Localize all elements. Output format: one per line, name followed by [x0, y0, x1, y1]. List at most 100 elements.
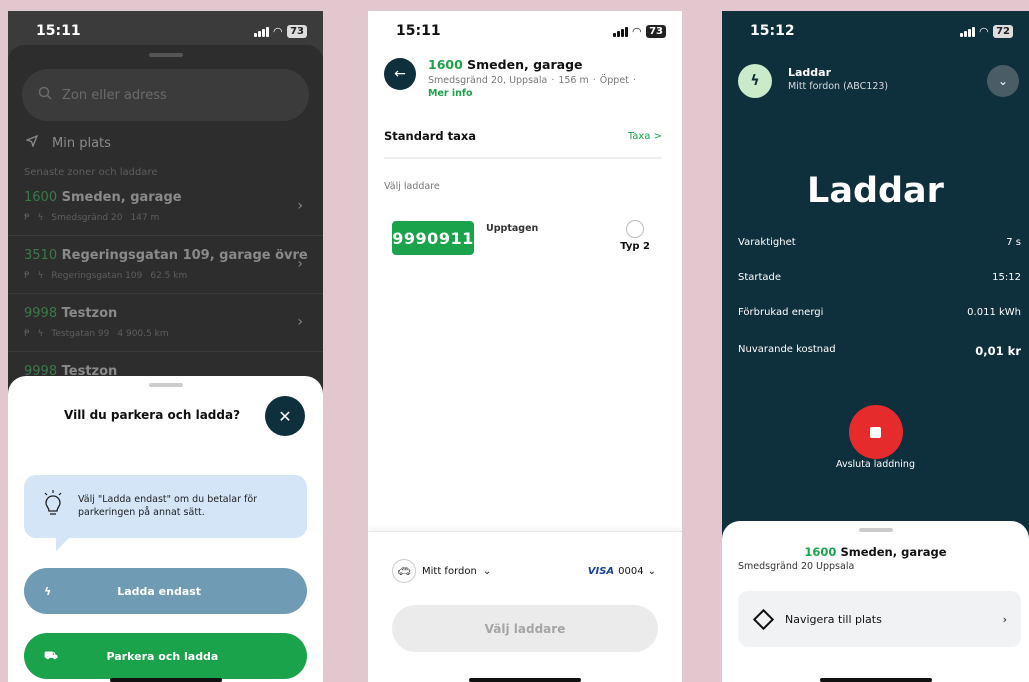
zone-header: 1600 Smeden, garage Smedsgränd 20, Uppsa… — [428, 57, 652, 99]
zone-code: 1600 — [24, 190, 58, 205]
directions-icon — [752, 608, 775, 630]
charger-id-badge[interactable]: 9990911 — [392, 221, 474, 255]
stat-value: 0.011 kWh — [967, 307, 1021, 318]
signal-icon — [612, 26, 628, 37]
type2-connector-icon — [626, 220, 645, 238]
back-button[interactable]: ← — [384, 58, 416, 90]
arrow-left-icon: ← — [394, 66, 406, 82]
home-indicator — [819, 678, 932, 682]
status-icons: ◠ 73 — [253, 24, 307, 38]
bolt-icon: ϟ — [37, 213, 44, 223]
zone-name: Smeden, garage — [467, 57, 583, 72]
sheet-handle[interactable] — [148, 53, 183, 57]
modal-title: Vill du parkera och ladda? — [64, 408, 241, 422]
zone-name: Regeringsgatan 109, garage övre... — [61, 248, 307, 263]
search-icon — [38, 86, 52, 104]
status-bar: 15:12 ◠ 72 — [722, 11, 1029, 51]
signal-icon — [959, 26, 975, 37]
zone-item[interactable]: 9998 Testzon Ᵽϟ Testgatan 99 4 900.5 km › — [8, 294, 323, 352]
zone-item[interactable]: 1600 Smeden, garage Ᵽϟ Smedsgränd 20 147 m… — [8, 178, 323, 236]
wifi-icon: ◠ — [632, 24, 642, 38]
header-subtitle: Mitt fordon (ABC123) — [788, 81, 889, 92]
zone-address: Smedsgränd 20 — [51, 213, 123, 223]
close-button[interactable]: ✕ — [265, 396, 305, 436]
stop-charging-button[interactable] — [848, 405, 903, 459]
car-charging-icon: ⛟ — [44, 648, 58, 662]
search-placeholder: Zon eller adress — [62, 87, 167, 103]
zone-name: Smeden, garage — [61, 190, 182, 205]
collapse-button[interactable]: ⌄ — [987, 65, 1019, 97]
zone-distance: 147 m — [130, 213, 160, 223]
lightbulb-icon — [42, 490, 64, 523]
header-title: Laddar — [788, 66, 832, 79]
chevron-right-icon: › — [1002, 612, 1007, 626]
charge-only-button[interactable]: ϟ Ladda endast — [24, 568, 307, 614]
select-charger-button[interactable]: Välj laddare — [392, 605, 658, 652]
wifi-icon: ◠ — [273, 24, 283, 38]
status-icons: ◠ 72 — [959, 24, 1013, 38]
location-sheet: 1600 Smeden, garage Smedsgränd 20 Uppsal… — [722, 521, 1029, 682]
my-location-row[interactable]: Min plats — [8, 121, 323, 151]
stat-row: Varaktighet 7 s — [738, 237, 1021, 256]
zone-name: Testzon — [61, 306, 118, 321]
vehicle-selector[interactable]: 🚗︎ Mitt fordon ⌄ — [392, 559, 491, 583]
zone-address: Smedsgränd 20 Uppsala — [738, 561, 855, 572]
phone-screen-charging: 15:12 ◠ 72 ϟ Laddar Mitt fordon (ABC123)… — [722, 11, 1029, 682]
stat-value: 0,01 kr — [975, 344, 1021, 358]
location-arrow-icon — [25, 134, 39, 151]
chevron-down-icon: ⌄ — [482, 565, 492, 577]
status-bar: 15:11 ◠ 73 — [368, 11, 682, 51]
bolt-icon: ϟ — [44, 584, 52, 598]
tip-text: Välj "Ladda endast" om du betalar för pa… — [78, 493, 258, 518]
tariff-row: Standard taxa Taxa > — [384, 129, 662, 159]
phone-screen-start: 15:11 ◠ 73 Zon eller adress Min plats Se… — [8, 11, 323, 682]
stat-value: 15:12 — [992, 272, 1021, 283]
payment-selector[interactable]: VISA 0004 ⌄ — [588, 566, 656, 577]
phone-screen-select-charger: 15:11 ◠ 73 ← 1600 Smeden, garage Smedsgr… — [368, 11, 682, 682]
park-or-charge-modal: Vill du parkera och ladda? ✕ Välj "Ladda… — [8, 376, 323, 682]
stat-label: Varaktighet — [738, 237, 796, 248]
charging-header: Laddar Mitt fordon (ABC123) — [788, 66, 888, 92]
zone-address: Smedsgränd 20, Uppsala — [428, 75, 548, 86]
stat-label: Startade — [738, 272, 782, 283]
modal-handle[interactable] — [148, 383, 183, 387]
bolt-icon: ϟ — [37, 271, 44, 281]
charger-status: Upptagen — [486, 223, 539, 234]
zone-distance: 62.5 km — [150, 271, 188, 281]
parking-icon: Ᵽ — [24, 213, 30, 223]
search-input[interactable]: Zon eller adress — [22, 69, 309, 121]
more-info-link[interactable]: Mer info — [428, 88, 652, 99]
parking-icon: Ᵽ — [24, 271, 30, 281]
stat-row: Förbrukad energi 0.011 kWh — [738, 307, 1021, 326]
navigate-button[interactable]: Navigera till plats › — [738, 591, 1021, 647]
zone-address: Regeringsgatan 109 — [51, 271, 143, 281]
charge-only-label: Ladda endast — [117, 584, 202, 598]
sheet-handle[interactable] — [858, 528, 893, 532]
zone-code: 1600 — [804, 545, 837, 559]
close-icon: ✕ — [278, 406, 292, 426]
bolt-icon: ϟ — [738, 64, 772, 98]
zone-address: Testgatan 99 — [51, 329, 110, 339]
chevron-right-icon: › — [297, 256, 303, 272]
wifi-icon: ◠ — [979, 24, 989, 38]
zone-item[interactable]: 3510 Regeringsgatan 109, garage övre... … — [8, 236, 323, 294]
status-time: 15:11 — [396, 23, 441, 39]
chevron-down-icon: ⌄ — [997, 74, 1009, 88]
status-time: 15:12 — [750, 23, 795, 39]
checkout-bar: 🚗︎ Mitt fordon ⌄ VISA 0004 ⌄ Välj laddar… — [368, 531, 682, 682]
vehicle-label: Mitt fordon — [422, 565, 477, 577]
battery-icon: 73 — [646, 24, 666, 38]
card-brand: VISA — [587, 565, 615, 577]
tariff-link[interactable]: Taxa > — [628, 131, 662, 142]
connector-type-label: Typ 2 — [620, 241, 650, 252]
car-icon: 🚗︎ — [392, 559, 416, 583]
home-indicator — [469, 678, 581, 682]
park-and-charge-button[interactable]: ⛟ Parkera och ladda — [24, 633, 307, 679]
zone-state: Öppet — [599, 75, 629, 86]
connector-type: Typ 2 — [620, 220, 650, 252]
chevron-right-icon: › — [297, 198, 303, 214]
recent-label: Senaste zoner och laddare — [24, 167, 158, 178]
stat-row: Nuvarande kostnad 0,01 kr — [738, 344, 1021, 366]
status-icons: ◠ 73 — [612, 24, 666, 38]
home-indicator — [109, 678, 222, 682]
